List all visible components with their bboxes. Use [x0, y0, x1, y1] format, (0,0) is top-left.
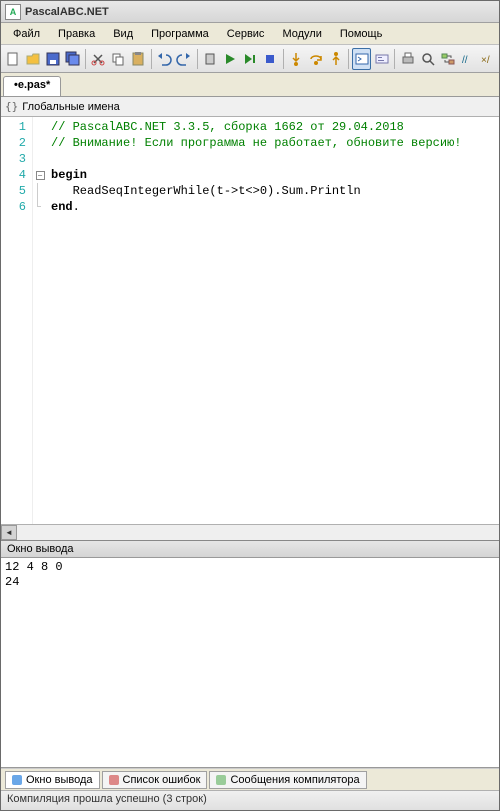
fold-toggle-icon[interactable]: − — [36, 171, 45, 180]
output-icon — [12, 775, 22, 785]
app-window: A PascalABC.NET Файл Правка Вид Программ… — [0, 0, 500, 811]
editor[interactable]: 1 2 3 4 5 6 − // PascalABC.NET 3.3.5, сб… — [1, 117, 499, 524]
namespace-bar[interactable]: {} Глобальные имена — [1, 97, 499, 117]
svg-text:×/: ×/ — [481, 55, 490, 66]
output-panel-header[interactable]: Окно вывода — [1, 540, 499, 558]
new-file-button[interactable] — [3, 48, 22, 70]
step-over-button[interactable] — [306, 48, 325, 70]
file-tabs: •e.pas* — [1, 73, 499, 97]
run-no-debug-button[interactable] — [241, 48, 260, 70]
code-line: end — [51, 200, 73, 214]
menu-edit[interactable]: Правка — [50, 26, 103, 42]
menubar: Файл Правка Вид Программа Сервис Модули … — [1, 23, 499, 45]
braces-icon: {} — [5, 100, 18, 113]
menu-service[interactable]: Сервис — [219, 26, 273, 42]
errors-icon — [109, 775, 119, 785]
menu-file[interactable]: Файл — [5, 26, 48, 42]
toolbar-separator — [151, 49, 152, 69]
menu-help[interactable]: Помощь — [332, 26, 391, 42]
titlebar[interactable]: A PascalABC.NET — [1, 1, 499, 23]
toolbar-separator — [283, 49, 284, 69]
print-button[interactable] — [398, 48, 417, 70]
file-tab[interactable]: •e.pas* — [3, 76, 61, 96]
svg-text://: // — [462, 55, 468, 66]
save-all-button[interactable] — [63, 48, 82, 70]
scroll-left-icon[interactable]: ◄ — [1, 525, 17, 540]
scroll-track[interactable] — [17, 525, 499, 540]
run-button[interactable] — [221, 48, 240, 70]
code-line: // Внимание! Если программа не работает,… — [51, 136, 461, 150]
toolbar-separator — [197, 49, 198, 69]
find-button[interactable] — [418, 48, 437, 70]
app-title: PascalABC.NET — [25, 6, 109, 18]
save-button[interactable] — [43, 48, 62, 70]
tab-compiler-messages[interactable]: Сообщения компилятора — [209, 771, 366, 789]
menu-modules[interactable]: Модули — [274, 26, 329, 42]
code-line: ReadSeqIntegerWhile(t->t<>0).Sum.Println — [51, 184, 361, 198]
code-line: // PascalABC.NET 3.3.5, сборка 1662 от 2… — [51, 120, 404, 134]
paste-button[interactable] — [129, 48, 148, 70]
menu-view[interactable]: Вид — [105, 26, 141, 42]
fold-gutter: − — [33, 117, 47, 524]
tab-output[interactable]: Окно вывода — [5, 771, 100, 789]
statusbar: Компиляция прошла успешно (3 строк) — [1, 790, 499, 810]
bottom-tabs: Окно вывода Список ошибок Сообщения комп… — [1, 768, 499, 790]
open-file-button[interactable] — [23, 48, 42, 70]
tab-errors[interactable]: Список ошибок — [102, 771, 208, 789]
namespace-label: Глобальные имена — [22, 101, 120, 113]
app-icon: A — [5, 4, 21, 20]
code-line: begin — [51, 168, 87, 182]
code-area[interactable]: // PascalABC.NET 3.3.5, сборка 1662 от 2… — [47, 117, 499, 524]
comment-button[interactable]: // — [458, 48, 477, 70]
toolbar: // ×/ — [1, 45, 499, 73]
replace-button[interactable] — [438, 48, 457, 70]
toolbar-separator — [85, 49, 86, 69]
line-numbers: 1 2 3 4 5 6 — [1, 117, 33, 524]
toolbar-separator — [394, 49, 395, 69]
step-out-button[interactable] — [326, 48, 345, 70]
toggle-output-button[interactable] — [352, 48, 371, 70]
redo-button[interactable] — [175, 48, 194, 70]
copy-button[interactable] — [109, 48, 128, 70]
uncomment-button[interactable]: ×/ — [478, 48, 497, 70]
step-into-button[interactable] — [286, 48, 305, 70]
undo-button[interactable] — [155, 48, 174, 70]
cut-button[interactable] — [89, 48, 108, 70]
intellisense-button[interactable] — [372, 48, 391, 70]
compile-button[interactable] — [201, 48, 220, 70]
output-panel[interactable]: 12 4 8 0 24 — [1, 558, 499, 768]
horizontal-scrollbar[interactable]: ◄ — [1, 524, 499, 540]
stop-button[interactable] — [261, 48, 280, 70]
messages-icon — [216, 775, 226, 785]
toolbar-separator — [348, 49, 349, 69]
menu-program[interactable]: Программа — [143, 26, 217, 42]
